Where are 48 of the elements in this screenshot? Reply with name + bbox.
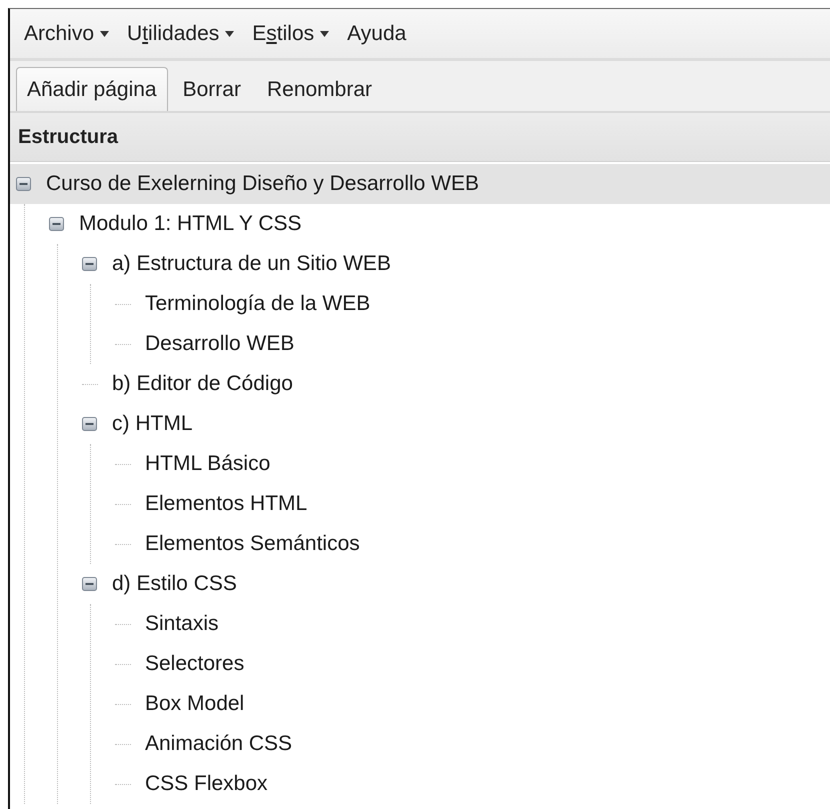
- caret-icon: [225, 30, 234, 36]
- collapse-icon[interactable]: [82, 576, 98, 592]
- tree-item-label: Terminología de la WEB: [145, 292, 370, 316]
- tree-row[interactable]: Elementos HTML: [13, 484, 830, 524]
- tree-row[interactable]: Curso de Exelerning Diseño y Desarrollo WEB: [10, 164, 830, 204]
- tree-row[interactable]: CSS Flexbox: [13, 764, 830, 804]
- toolbar-button[interactable]: Renombrar: [256, 67, 384, 111]
- tree-item-label: Selectores: [145, 652, 244, 676]
- tree-item-label: Box Model: [145, 692, 244, 716]
- tree-row[interactable]: Desarrollo WEB: [13, 324, 830, 364]
- tree-row[interactable]: b) Editor de Código: [12, 364, 830, 404]
- tree-item-label: c) HTML: [112, 412, 192, 436]
- menu-item[interactable]: Archivo: [18, 18, 116, 50]
- collapse-icon[interactable]: [49, 216, 65, 232]
- tree-item-label: HTML Básico: [145, 452, 270, 476]
- tree-row[interactable]: d) Estilo CSS: [12, 564, 830, 604]
- tree-row[interactable]: Terminología de la WEB: [13, 284, 830, 324]
- menu-item[interactable]: Ayuda: [341, 18, 412, 50]
- caret-icon: [100, 30, 110, 36]
- tree-row[interactable]: Sintaxis: [13, 604, 830, 644]
- panel-title: Estructura: [10, 113, 830, 162]
- tree-row[interactable]: Selectores: [13, 644, 830, 684]
- tree-item-label: Animación CSS: [145, 732, 292, 756]
- tree-row[interactable]: Box Model: [13, 684, 830, 724]
- tree-item-label: a) Estructura de un Sitio WEB: [112, 252, 391, 276]
- caret-icon: [320, 30, 330, 36]
- tree-row[interactable]: a) Estructura de un Sitio WEB: [12, 244, 830, 284]
- tree-row[interactable]: Animación CSS: [13, 724, 830, 764]
- toolbar-button[interactable]: Añadir página: [16, 67, 168, 111]
- tree-item-label: Elementos Semánticos: [145, 532, 360, 556]
- tree-item-label: Modulo 1: HTML Y CSS: [79, 212, 302, 236]
- menu-item[interactable]: Utilidades: [121, 18, 240, 50]
- collapse-icon[interactable]: [82, 416, 98, 432]
- tree-item-label: Sintaxis: [145, 612, 219, 636]
- tree-item-label: CSS Flexbox: [145, 772, 268, 796]
- toolbar-button[interactable]: Borrar: [172, 67, 252, 111]
- tree-item-label: b) Editor de Código: [112, 372, 293, 396]
- collapse-icon[interactable]: [82, 256, 98, 272]
- tree-item-label: Desarrollo WEB: [145, 332, 294, 356]
- tree-row[interactable]: Elementos Semánticos: [13, 524, 830, 564]
- tree-item-label: Elementos HTML: [145, 492, 308, 516]
- tree-row[interactable]: HTML Básico: [13, 444, 830, 484]
- tree-row[interactable]: c) HTML: [12, 404, 830, 444]
- menu-item[interactable]: Estilos: [246, 18, 336, 50]
- collapse-icon[interactable]: [16, 176, 32, 192]
- tree-item-label: Curso de Exelerning Diseño y Desarrollo WEB: [46, 172, 480, 196]
- tree-item-label: d) Estilo CSS: [112, 572, 237, 596]
- tree-row[interactable]: Modulo 1: HTML Y CSS: [11, 204, 830, 244]
